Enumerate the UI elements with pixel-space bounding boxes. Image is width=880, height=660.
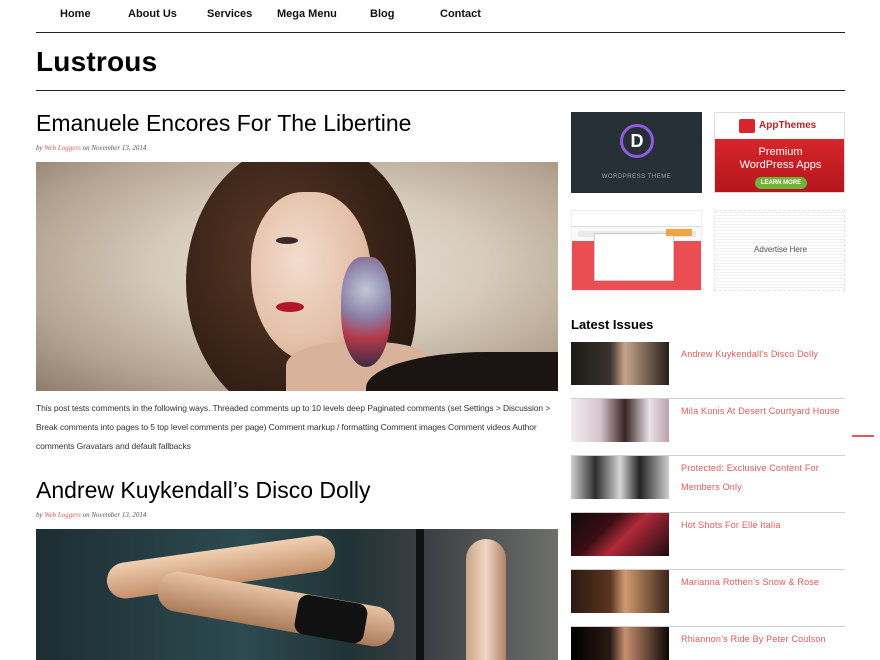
nav-services[interactable]: Services [207,8,252,20]
image-stocking [293,593,369,645]
post-meta-by: by [36,144,43,152]
appthemes-line2: WordPress Apps [739,159,822,171]
issue-title-link[interactable]: Mila Kunis At Desert Courtyard House [681,402,841,421]
appthemes-line1: Premium [758,146,803,158]
issue-title-link[interactable]: Andrew Kuykendall’s Disco Dolly [681,345,841,364]
ad-placeholder-text: Advertise Here [754,245,807,254]
post-author-link[interactable]: Web Loggers [44,511,81,519]
nav-about-us[interactable]: About Us [128,8,177,20]
latest-issues-heading: Latest Issues [571,317,654,332]
issue-title-link[interactable]: Protected: Exclusive Content For Members… [681,459,841,497]
post-date: on November 13, 2014 [82,511,147,519]
ad-shot-cta [666,229,692,236]
issue-thumbnail[interactable] [571,456,669,499]
post-featured-image[interactable] [36,162,558,391]
appthemes-learn-more-button[interactable]: LEARN MORE [755,177,807,189]
image-earring [341,257,391,367]
divi-logo-icon: D [620,124,654,158]
image-eye [276,237,298,244]
post-meta: by Web Loggers on November 13, 2014 [36,511,146,519]
nav-contact[interactable]: Contact [440,8,481,20]
image-lips [276,302,304,312]
post-author-link[interactable]: Web Loggers [44,144,81,152]
ad-placeholder[interactable]: Advertise Here [714,210,845,291]
post-date: on November 13, 2014 [82,144,147,152]
ad-shot-window [594,233,674,281]
nav-home[interactable]: Home [60,8,91,20]
post-title[interactable]: Emanuele Encores For The Libertine [36,110,411,137]
latest-issue-item[interactable]: Rhiannon’s Ride By Peter Coulson [571,627,845,660]
scroll-to-top-marker[interactable] [852,435,874,437]
post-featured-image[interactable] [36,529,558,660]
issue-title-link[interactable]: Rhiannon’s Ride By Peter Coulson [681,630,841,649]
ad-divi-banner[interactable]: D WORDPRESS THEME [571,112,702,193]
latest-issue-item[interactable]: Andrew Kuykendall’s Disco Dolly [571,342,845,399]
title-divider [36,90,845,91]
ad-appthemes-banner[interactable]: AppThemes Premium WordPress Apps LEARN M… [714,112,845,193]
post-meta: by Web Loggers on November 13, 2014 [36,144,146,152]
latest-issue-item[interactable]: Mila Kunis At Desert Courtyard House [571,399,845,456]
site-title[interactable]: Lustrous [36,46,157,78]
appthemes-logo-icon [739,119,755,133]
issue-thumbnail[interactable] [571,399,669,442]
ad-divi-text: WORDPRESS THEME [601,174,672,180]
post-meta-by: by [36,511,43,519]
ad-shot-header [572,211,701,227]
issue-title-link[interactable]: Marianna Rothen’s Snow & Rose [681,573,841,592]
issue-thumbnail[interactable] [571,570,669,613]
post-title[interactable]: Andrew Kuykendall’s Disco Dolly [36,477,371,504]
image-door-frame [416,529,424,660]
image-leg [466,539,506,660]
latest-issue-item[interactable]: Marianna Rothen’s Snow & Rose [571,570,845,627]
latest-issue-item[interactable]: Protected: Exclusive Content For Members… [571,456,845,513]
latest-issue-item[interactable]: Hot Shots For Elle Italia [571,513,845,570]
nav-mega-menu[interactable]: Mega Menu [277,8,337,20]
main-navigation: Home About Us Services Mega Menu Blog Co… [36,0,845,33]
nav-blog[interactable]: Blog [370,8,394,20]
appthemes-brand: AppThemes [759,120,817,131]
issue-thumbnail[interactable] [571,342,669,385]
issue-thumbnail[interactable] [571,513,669,556]
ad-screenshot-banner[interactable] [571,210,702,291]
issue-thumbnail[interactable] [571,627,669,660]
post-excerpt: This post tests comments in the followin… [36,403,551,451]
issue-title-link[interactable]: Hot Shots For Elle Italia [681,516,841,535]
